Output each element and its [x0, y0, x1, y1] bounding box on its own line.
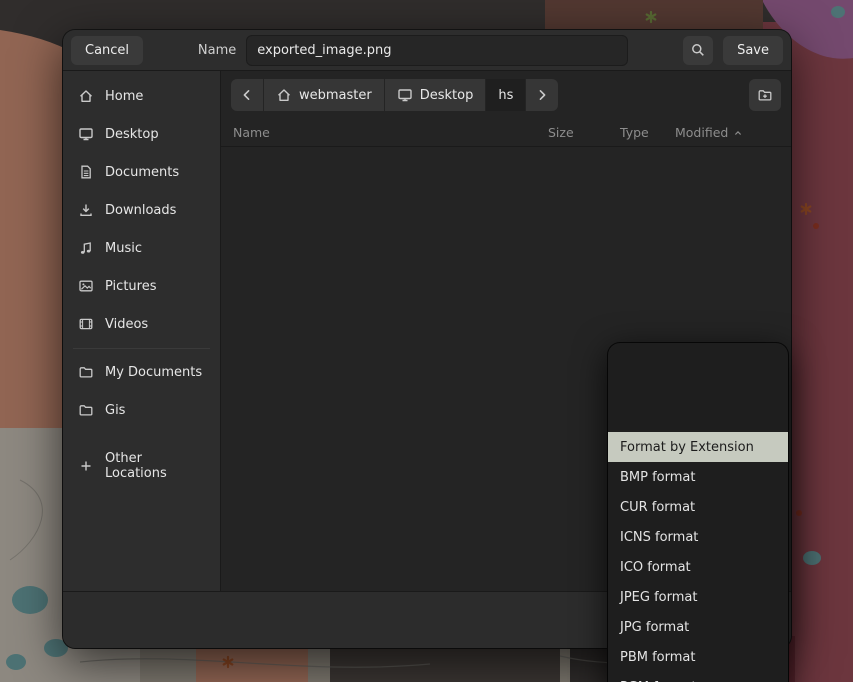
menu-item-pgm[interactable]: PGM format: [608, 672, 788, 682]
column-headers: Name Size Type Modified: [221, 119, 791, 147]
dialog-headerbar: Cancel Name Save: [63, 30, 791, 71]
sidebar-item-documents[interactable]: Documents: [63, 153, 220, 191]
search-button[interactable]: [683, 36, 713, 65]
document-icon: [78, 164, 94, 180]
sidebar-item-home[interactable]: Home: [63, 77, 220, 115]
sidebar-item-label: Videos: [105, 317, 148, 332]
sidebar-item-label: Gis: [105, 403, 125, 418]
path-segment-label: hs: [498, 88, 513, 103]
column-header-modified[interactable]: Modified: [675, 125, 779, 140]
sidebar-item-music[interactable]: Music: [63, 229, 220, 267]
cancel-button[interactable]: Cancel: [71, 36, 143, 65]
menu-item-icns[interactable]: ICNS format: [608, 522, 788, 552]
folder-icon: [78, 402, 94, 418]
path-segment-webmaster[interactable]: webmaster: [264, 79, 384, 111]
filename-input[interactable]: [246, 35, 628, 66]
menu-blank-area: [608, 343, 788, 432]
chevron-left-icon: [239, 87, 255, 103]
save-button[interactable]: Save: [723, 36, 783, 65]
search-icon: [690, 42, 706, 58]
music-note-icon: [78, 240, 94, 256]
menu-item-ico[interactable]: ICO format: [608, 552, 788, 582]
menu-item-pbm[interactable]: PBM format: [608, 642, 788, 672]
sidebar-item-desktop[interactable]: Desktop: [63, 115, 220, 153]
sidebar-bookmark-my-documents[interactable]: My Documents: [63, 353, 220, 391]
menu-item-jpeg[interactable]: JPEG format: [608, 582, 788, 612]
new-folder-button[interactable]: [749, 79, 781, 111]
screen: Cancel Name Save Home Desktop: [0, 0, 853, 682]
download-icon: [78, 202, 94, 218]
breadcrumb: webmaster Desktop hs: [231, 79, 558, 111]
sidebar-item-label: Documents: [105, 165, 179, 180]
column-header-label: Modified: [675, 125, 728, 140]
sidebar-item-label: My Documents: [105, 365, 202, 380]
menu-item-cur[interactable]: CUR format: [608, 492, 788, 522]
sidebar-item-label: Downloads: [105, 203, 176, 218]
path-segment-label: Desktop: [420, 88, 474, 103]
picture-icon: [78, 278, 94, 294]
sidebar-item-label: Other Locations: [105, 451, 205, 481]
sidebar-gap: [63, 429, 220, 447]
file-format-menu: Format by Extension BMP format CUR forma…: [608, 343, 788, 682]
plus-icon: [78, 458, 94, 474]
desktop-icon: [78, 126, 94, 142]
path-forward-button[interactable]: [526, 79, 558, 111]
places-sidebar: Home Desktop Documents Downloads Music: [63, 71, 221, 591]
sort-ascending-icon: [732, 127, 744, 139]
sidebar-item-videos[interactable]: Videos: [63, 305, 220, 343]
sidebar-item-label: Pictures: [105, 279, 156, 294]
column-header-size[interactable]: Size: [548, 125, 620, 140]
folder-icon: [78, 364, 94, 380]
sidebar-item-other-locations[interactable]: Other Locations: [63, 447, 220, 485]
path-back-button[interactable]: [231, 79, 263, 111]
sidebar-item-downloads[interactable]: Downloads: [63, 191, 220, 229]
sidebar-item-label: Home: [105, 89, 143, 104]
filename-label: Name: [198, 43, 236, 58]
sidebar-item-label: Music: [105, 241, 142, 256]
path-segment-label: webmaster: [299, 88, 372, 103]
path-bar: webmaster Desktop hs: [221, 71, 791, 119]
sidebar-item-label: Desktop: [105, 127, 159, 142]
chevron-right-icon: [534, 87, 550, 103]
video-icon: [78, 316, 94, 332]
desktop-icon: [397, 87, 413, 103]
new-folder-icon: [757, 87, 773, 103]
column-header-name[interactable]: Name: [233, 125, 548, 140]
home-icon: [78, 88, 94, 104]
menu-item-bmp[interactable]: BMP format: [608, 462, 788, 492]
path-segment-desktop[interactable]: Desktop: [385, 79, 486, 111]
path-segment-hs[interactable]: hs: [486, 79, 525, 111]
home-icon: [276, 87, 292, 103]
column-header-type[interactable]: Type: [620, 125, 675, 140]
sidebar-bookmark-gis[interactable]: Gis: [63, 391, 220, 429]
menu-item-jpg[interactable]: JPG format: [608, 612, 788, 642]
sidebar-separator: [73, 348, 210, 349]
menu-item-format-by-extension[interactable]: Format by Extension: [608, 432, 788, 462]
sidebar-item-pictures[interactable]: Pictures: [63, 267, 220, 305]
